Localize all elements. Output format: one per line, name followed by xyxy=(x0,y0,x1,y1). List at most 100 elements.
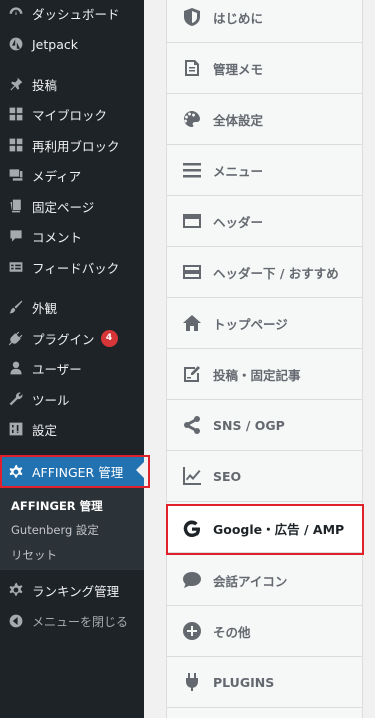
sidebar-item-label: メディア xyxy=(32,168,82,184)
submenu-item-gutenberg[interactable]: Gutenberg 設定 xyxy=(11,522,99,538)
sidebar-item-label: プラグイン xyxy=(32,331,95,347)
sidebar-item-reusable-blocks[interactable]: 再利用ブロック xyxy=(0,130,144,160)
sidebar-item-label: 再利用ブロック xyxy=(32,138,120,154)
plugin-icon xyxy=(8,330,24,346)
sidebar-item-label: 設定 xyxy=(32,422,58,438)
header-below-icon xyxy=(181,261,203,283)
google-icon xyxy=(181,518,203,540)
sidebar-item-media[interactable]: メディア xyxy=(0,160,144,190)
blocks-icon xyxy=(8,137,24,153)
document-icon xyxy=(181,57,203,79)
panel-item-label: メニュー xyxy=(213,163,264,179)
sidebar-item-affinger[interactable]: AFFINGER 管理 xyxy=(0,456,144,487)
panel-item-google-ads-amp[interactable]: Google・広告 / AMP xyxy=(167,505,362,553)
shield-icon xyxy=(181,6,203,28)
sidebar-item-ranking[interactable]: ランキング管理 xyxy=(0,575,144,605)
admin-sidebar: ダッシュボード Jetpack 投稿 マイブロック 再利用ブロック メディア 固… xyxy=(0,0,144,718)
sidebar-item-label: コメント xyxy=(32,229,83,245)
panel-item-posts-pages[interactable]: 投稿・固定記事 xyxy=(167,349,362,400)
sidebar-item-label: AFFINGER 管理 xyxy=(32,465,124,480)
sidebar-item-label: 外観 xyxy=(32,300,58,316)
sidebar-item-users[interactable]: ユーザー xyxy=(0,353,144,383)
panel-item-label: ヘッダー xyxy=(213,214,264,230)
palette-icon xyxy=(181,108,203,130)
sidebar-item-my-blocks[interactable]: マイブロック xyxy=(0,99,144,129)
panel-item-header-below[interactable]: ヘッダー下 / おすすめ xyxy=(167,247,362,298)
blocks-icon xyxy=(8,106,24,122)
feedback-icon xyxy=(8,259,24,275)
sidebar-item-feedback[interactable]: フィードバック xyxy=(0,252,144,282)
panel-item-menu[interactable]: メニュー xyxy=(167,145,362,196)
panel-item-memo[interactable]: 管理メモ xyxy=(167,43,362,94)
header-icon xyxy=(181,210,203,232)
update-count-badge: 4 xyxy=(100,329,118,347)
comment-icon xyxy=(8,228,24,244)
sidebar-item-dashboard[interactable]: ダッシュボード xyxy=(0,0,144,28)
panel-item-label: はじめに xyxy=(213,10,264,26)
plug-icon xyxy=(181,671,203,693)
sidebar-item-appearance[interactable]: 外観 xyxy=(0,292,144,322)
panel-item-sns-ogp[interactable]: SNS / OGP xyxy=(167,400,362,451)
sidebar-item-plugins[interactable]: プラグイン 4 xyxy=(0,323,144,353)
menu-icon xyxy=(181,159,203,181)
collapse-icon xyxy=(8,613,24,629)
panel-item-label: トップページ xyxy=(213,316,288,332)
submenu-item-reset[interactable]: リセット xyxy=(11,547,57,563)
sidebar-item-label: 投稿 xyxy=(32,77,58,93)
page-icon xyxy=(8,198,24,214)
panel-item-conversation-icon[interactable]: 会話アイコン xyxy=(167,555,362,606)
panel-item-label: 会話アイコン xyxy=(213,573,288,589)
panel-item-label: その他 xyxy=(213,624,251,640)
gear-icon xyxy=(8,582,24,598)
panel-item-top-page[interactable]: トップページ xyxy=(167,298,362,349)
jetpack-icon xyxy=(8,36,24,52)
sidebar-item-label: ランキング管理 xyxy=(32,583,120,599)
panel-item-label: PLUGINS xyxy=(213,674,275,690)
panel-item-other[interactable]: その他 xyxy=(167,606,362,657)
sidebar-item-pages[interactable]: 固定ページ xyxy=(0,191,144,221)
panel-item-label: 全体設定 xyxy=(213,112,264,128)
panel-item-label: SNS / OGP xyxy=(213,417,285,433)
sidebar-item-settings[interactable]: 設定 xyxy=(0,414,144,444)
collapse-menu-button[interactable]: メニューを閉じる xyxy=(0,606,144,636)
edit-icon xyxy=(181,363,203,385)
speech-bubble-icon xyxy=(181,569,203,591)
panel-item-seo[interactable]: SEO xyxy=(167,451,362,502)
affinger-settings-nav: はじめに 管理メモ 全体設定 メニュー ヘッダー ヘッダー下 / おすすめ トッ… xyxy=(166,0,363,718)
sidebar-item-tools[interactable]: ツール xyxy=(0,384,144,414)
share-icon xyxy=(181,414,203,436)
sidebar-item-posts[interactable]: 投稿 xyxy=(0,69,144,99)
submenu-item-affinger[interactable]: AFFINGER 管理 xyxy=(11,498,103,514)
sidebar-item-label: マイブロック xyxy=(32,107,108,123)
panel-item-plugins[interactable]: PLUGINS xyxy=(167,657,362,708)
sidebar-item-comments[interactable]: コメント xyxy=(0,221,144,251)
sidebar-item-jetpack[interactable]: Jetpack xyxy=(0,29,144,59)
sidebar-item-label: ダッシュボード xyxy=(32,6,120,22)
panel-item-label: SEO xyxy=(213,468,242,484)
settings-icon xyxy=(8,421,24,437)
panel-item-intro[interactable]: はじめに xyxy=(167,0,362,43)
panel-item-global-settings[interactable]: 全体設定 xyxy=(167,94,362,145)
sidebar-item-label: 固定ページ xyxy=(32,199,95,215)
sidebar-item-label: Jetpack xyxy=(32,36,78,52)
panel-item-label: 投稿・固定記事 xyxy=(213,367,301,383)
panel-item-label: ヘッダー下 / おすすめ xyxy=(213,265,339,281)
home-icon xyxy=(181,312,203,334)
active-indicator-arrow xyxy=(136,462,144,478)
user-icon xyxy=(8,360,24,376)
panel-item-header[interactable]: ヘッダー xyxy=(167,196,362,247)
plus-circle-icon xyxy=(181,620,203,642)
gear-icon xyxy=(8,464,24,480)
brush-icon xyxy=(8,299,24,315)
panel-item-label: 管理メモ xyxy=(213,61,264,77)
sidebar-item-label: フィードバック xyxy=(32,260,120,276)
wrench-icon xyxy=(8,391,24,407)
sidebar-item-label: ツール xyxy=(32,392,70,408)
panel-item-label: Google・広告 / AMP xyxy=(213,522,345,537)
dashboard-icon xyxy=(8,5,24,21)
chart-line-icon xyxy=(181,465,203,487)
media-icon xyxy=(8,167,24,183)
sidebar-item-label: ユーザー xyxy=(32,361,82,377)
sidebar-item-label: メニューを閉じる xyxy=(32,614,129,629)
pin-icon xyxy=(8,76,24,92)
